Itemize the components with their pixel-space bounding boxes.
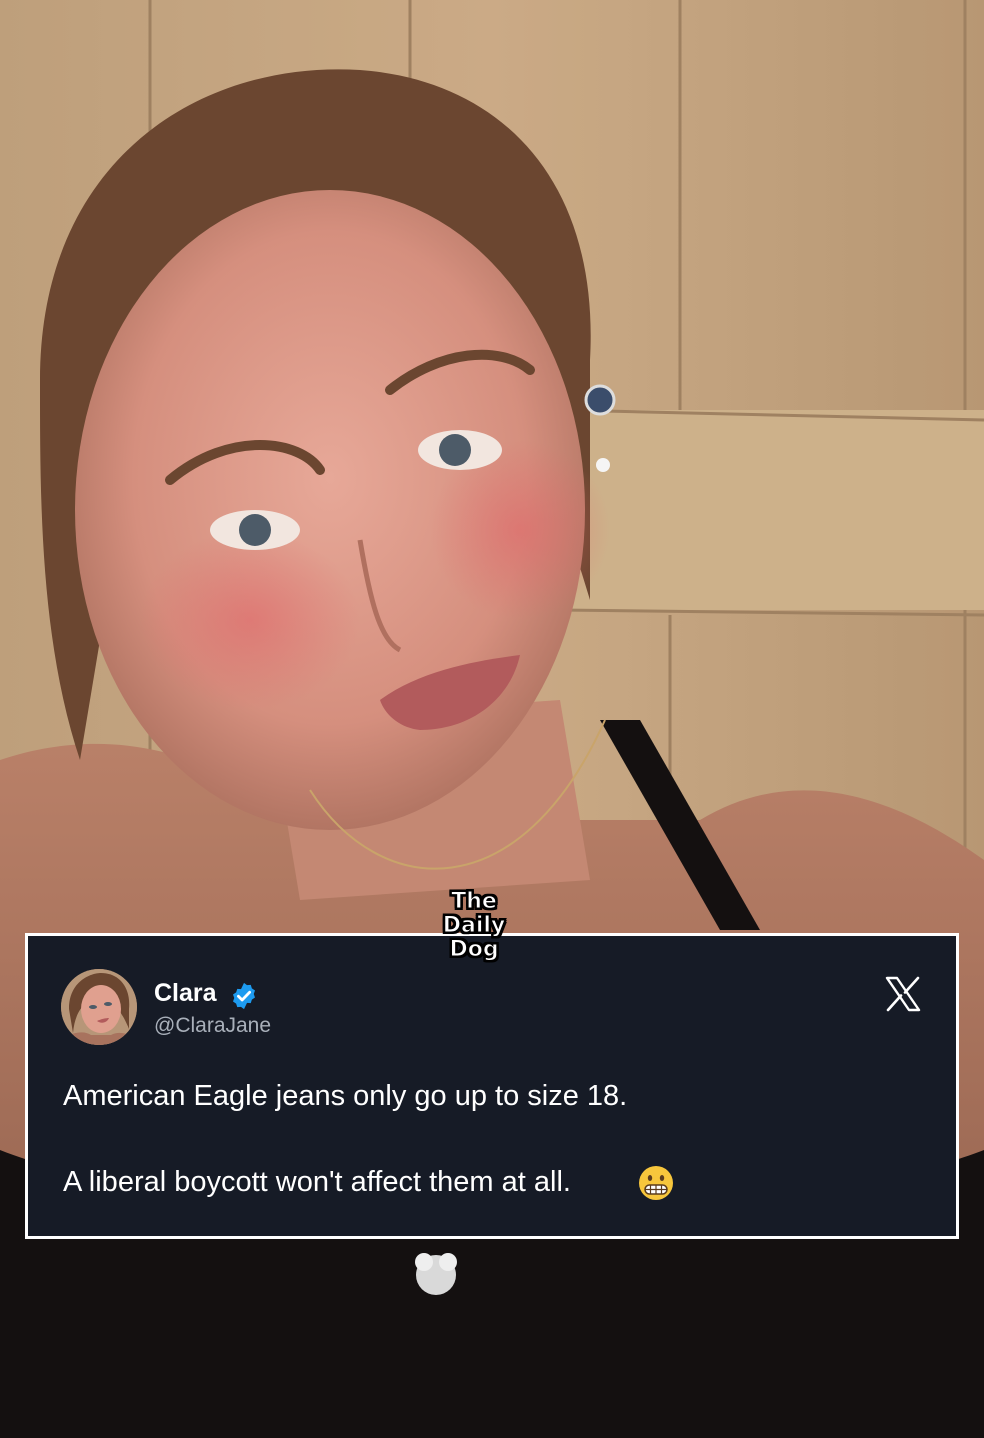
logo-line-1: The [451,889,498,914]
verified-badge-icon [233,982,255,1010]
tweet-text-line-1: American Eagle jeans only go up to size … [63,1080,628,1112]
avatar[interactable] [61,969,137,1045]
the-daily-dog-logo: The Daily Dog [436,889,512,962]
tweet-text-line-2: A liberal boycott won't affect them at a… [63,1166,571,1198]
grimacing-face-icon [639,1166,673,1200]
meme-canvas: The Daily Dog Clara @ClaraJane American … [0,0,984,1438]
x-logo-icon[interactable] [883,974,923,1014]
tweet-card: Clara @ClaraJane American Eagle jeans on… [25,933,959,1239]
display-name[interactable]: Clara [154,979,217,1008]
user-handle[interactable]: @ClaraJane [154,1014,271,1038]
avatar-image [61,969,137,1045]
logo-line-2: Daily [442,913,506,938]
logo-line-3: Dog [449,937,499,962]
